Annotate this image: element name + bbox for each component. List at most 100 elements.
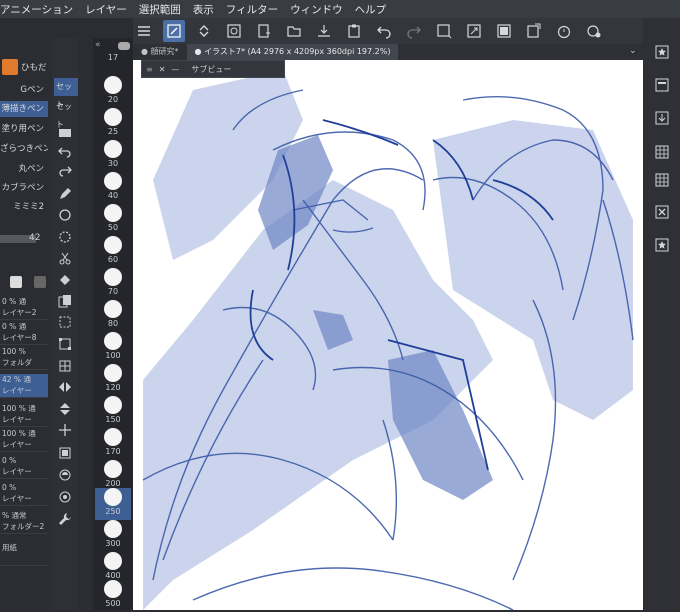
crop-icon[interactable] [433, 20, 455, 42]
layer-row[interactable]: % 通常 フォルダー2 [0, 510, 48, 534]
transform-icon[interactable] [463, 20, 485, 42]
brush-size-item-selected[interactable]: 250 [95, 488, 131, 520]
subview-title: サブビュー [191, 64, 232, 74]
radial-tool-icon[interactable] [56, 228, 74, 246]
brush-size-item[interactable]: 25 [95, 108, 131, 140]
subtool-item-paint-pen[interactable]: 塗り用ペン [0, 121, 48, 137]
layer-panel-icon[interactable] [654, 77, 670, 93]
grid2-icon[interactable] [654, 172, 670, 188]
menu-view[interactable]: 表示 [193, 2, 214, 17]
layer-row[interactable]: 0 % レイヤー [0, 455, 48, 479]
menu-layer[interactable]: レイヤー [85, 2, 127, 17]
subtool-item-kabura-pen[interactable]: カブラペン [0, 180, 48, 196]
brush-size-item[interactable]: 70 [95, 268, 131, 300]
bucket-icon[interactable] [56, 272, 74, 290]
move-icon[interactable] [56, 421, 74, 439]
subtool-item-rough-pen[interactable]: ざらつきペン [0, 141, 48, 157]
layer-row[interactable]: 100 % 通レイヤー [0, 428, 48, 452]
save-icon[interactable] [313, 20, 335, 42]
export-icon[interactable] [523, 20, 545, 42]
close-icon[interactable]: ✕ [159, 65, 166, 74]
eyedropper-icon[interactable] [56, 488, 74, 506]
brush-size-item[interactable]: 80 [95, 300, 131, 332]
right-dock [643, 18, 680, 610]
star-icon[interactable] [654, 44, 670, 60]
subtool-item-maru-pen[interactable]: 丸ペン [0, 161, 48, 177]
grid-icon[interactable] [654, 144, 670, 160]
minimize-icon[interactable]: — [171, 65, 179, 74]
new-icon[interactable] [56, 124, 74, 142]
layer-row-selected[interactable]: 42 % 通レイヤー [0, 374, 48, 398]
tab-illust7[interactable]: ● イラスト7* (A4 2976 x 4209px 360dpi 197.2%… [186, 44, 399, 60]
scissors-icon[interactable] [56, 250, 74, 268]
select-transform-icon[interactable] [56, 335, 74, 353]
timer-icon[interactable] [553, 20, 575, 42]
brush-size-item[interactable]: 170 [95, 428, 131, 460]
new-file-icon[interactable] [253, 20, 275, 42]
star2-icon[interactable] [654, 237, 670, 253]
subtool-group-label: ひもだ [21, 63, 47, 73]
menu-window[interactable]: ウィンドウ [290, 2, 343, 17]
collapse-icon[interactable]: « [95, 40, 105, 50]
subtool-item-thin-pen[interactable]: 薄描きペン [0, 101, 48, 117]
brush-size-item[interactable]: 30 [95, 140, 131, 172]
subview-window[interactable]: ≡ ✕ — サブビュー [141, 60, 285, 78]
trash-icon[interactable] [34, 276, 46, 288]
redo-icon[interactable] [403, 20, 425, 42]
menu-animation[interactable]: アニメーション [0, 2, 73, 17]
brush-size-item[interactable]: 100 [95, 332, 131, 364]
brush-size-item[interactable]: 40 [95, 172, 131, 204]
download-icon[interactable] [654, 110, 670, 126]
brush-size-item[interactable]: 300 [95, 520, 131, 552]
subtool-item-custom[interactable]: ミミミ2 [0, 199, 48, 215]
layer-row[interactable]: 100 % フォルダ [0, 346, 48, 370]
undo-icon[interactable] [373, 20, 395, 42]
layer-row[interactable]: 0 % 通レイヤー8 [0, 321, 48, 345]
redo-small-icon[interactable] [56, 162, 74, 180]
clipboard-icon[interactable] [343, 20, 365, 42]
menu-selection[interactable]: 選択範囲 [139, 2, 181, 17]
brush-size-item[interactable]: 50 [95, 204, 131, 236]
close-box-icon[interactable] [654, 204, 670, 220]
menu-filter[interactable]: フィルター [226, 2, 278, 17]
pen-tool-icon[interactable] [56, 185, 74, 203]
ellipse-tool-icon[interactable] [56, 206, 74, 224]
set-tab[interactable]: セット [54, 78, 78, 109]
drawing-canvas[interactable] [133, 60, 643, 610]
wrench-icon[interactable] [56, 510, 74, 528]
menu-help[interactable]: ヘルプ [355, 2, 387, 17]
tab-face-study[interactable]: ● 顔研究* [133, 44, 187, 60]
undo-small-icon[interactable] [56, 143, 74, 161]
grip-icon[interactable]: ≡ [146, 65, 153, 74]
subtool-item-g-pen[interactable]: Gペン [0, 82, 48, 98]
flip-horizontal-icon[interactable] [56, 378, 74, 396]
layer-row[interactable]: 0 % 通レイヤー2 [0, 296, 48, 320]
set-tab[interactable]: セット [54, 98, 78, 129]
open-folder-icon[interactable] [283, 20, 305, 42]
fill-icon[interactable] [493, 20, 515, 42]
layer-copy-icon[interactable] [56, 444, 74, 462]
brush-size-item[interactable]: 60 [95, 236, 131, 268]
brush-edit-icon[interactable] [163, 20, 185, 42]
brush-size-item[interactable]: 120 [95, 364, 131, 396]
color-square-icon[interactable] [10, 276, 22, 288]
chevron-down-icon[interactable]: ⌄ [629, 46, 639, 56]
select-rect-icon[interactable] [56, 313, 74, 331]
brush-size-item[interactable]: 150 [95, 396, 131, 428]
layer-row[interactable]: 100 % 通レイヤー [0, 403, 48, 427]
document-tabs: ● 顔研究* ● イラスト7* (A4 2976 x 4209px 360dpi… [133, 44, 643, 60]
brush-size-value: 42 [29, 233, 41, 243]
layer-row[interactable]: 用紙 [0, 542, 48, 566]
layer-row[interactable]: 0 % レイヤー [0, 482, 48, 506]
blend-icon[interactable] [56, 466, 74, 484]
palette-toggle-icon[interactable] [118, 42, 130, 50]
flip-vertical-icon[interactable] [56, 400, 74, 418]
stepper-icon[interactable] [193, 20, 215, 42]
copy-icon[interactable] [56, 292, 74, 310]
mesh-icon[interactable] [56, 357, 74, 375]
brush-size-item[interactable]: 500 [95, 580, 131, 612]
stabilizer-icon[interactable] [223, 20, 245, 42]
settings-icon[interactable] [583, 20, 605, 42]
menu-icon[interactable] [133, 20, 155, 42]
brush-size-item[interactable]: 20 [95, 76, 131, 108]
